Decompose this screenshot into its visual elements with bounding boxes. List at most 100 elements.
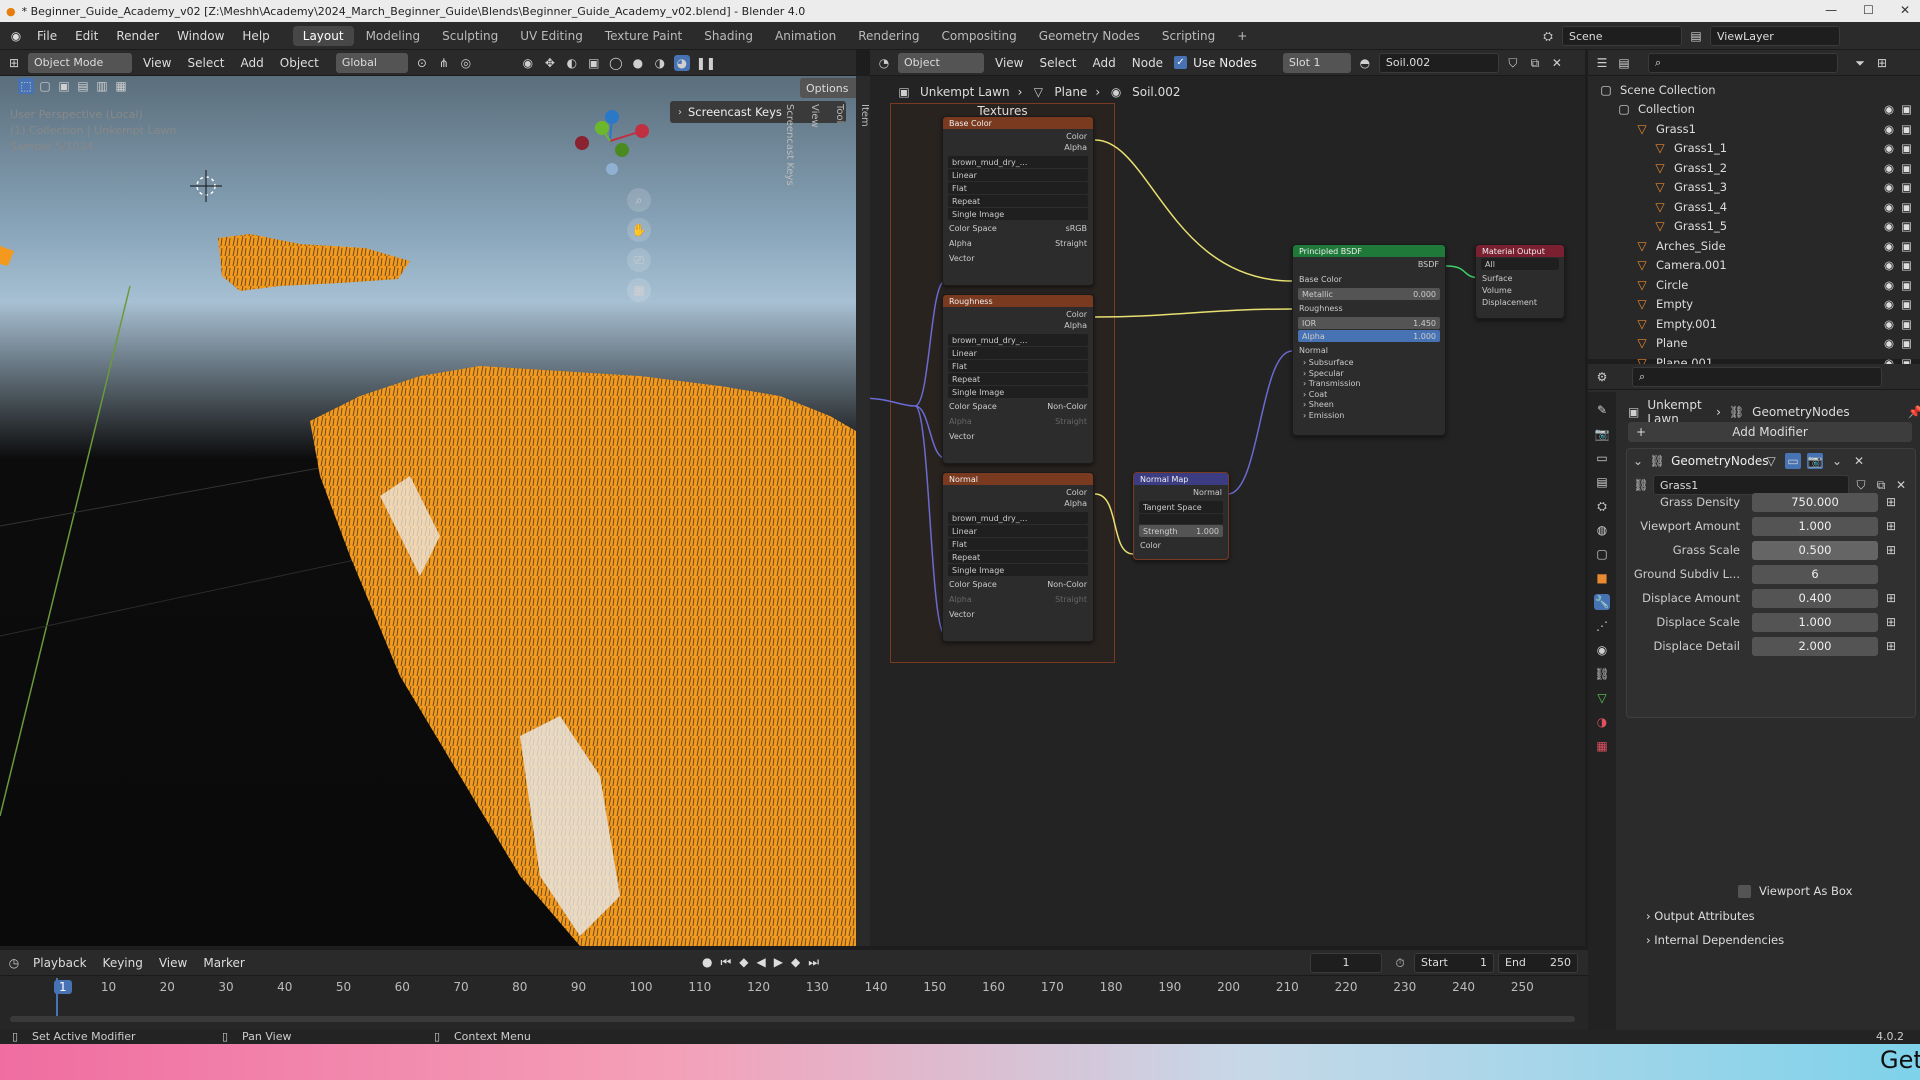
principled-bsdf-node[interactable]: Principled BSDF BSDF Base Color Metallic…: [1292, 244, 1446, 436]
viewport-menu-add[interactable]: Add: [236, 56, 269, 70]
socket-alpha-out[interactable]: Alpha: [943, 140, 1093, 155]
viewport-menu-view[interactable]: View: [138, 56, 176, 70]
duplicate-material-icon[interactable]: ⧉: [1527, 55, 1543, 71]
render-visibility-icon[interactable]: ▣: [1901, 258, 1912, 272]
outliner-row[interactable]: ▽ Empty.001 ◉ ▣: [1588, 314, 1920, 334]
projection-dropdown[interactable]: Flat: [948, 360, 1088, 372]
tab-rendering[interactable]: Rendering: [848, 26, 929, 46]
shader-node-editor[interactable]: ▣ Unkempt Lawn › ▽ Plane › ◉ Soil.002 Textu…: [870, 76, 1585, 946]
menu-edit[interactable]: Edit: [66, 29, 107, 43]
render-visibility-icon[interactable]: ▣: [1901, 239, 1912, 253]
next-keyframe-icon[interactable]: ◆: [791, 955, 800, 970]
extension-dropdown[interactable]: Repeat: [948, 551, 1088, 563]
param-value-field[interactable]: 1.000: [1752, 516, 1878, 536]
image-texture-node-base-color[interactable]: Base Color Color Alpha brown_mud_dry_...…: [942, 116, 1094, 286]
visibility-eye-icon[interactable]: ◉: [1884, 336, 1894, 350]
attribute-toggle-icon[interactable]: ⊞: [1886, 591, 1896, 605]
orientation-selector[interactable]: Global: [335, 52, 408, 73]
duplicate-icon[interactable]: ⧉: [1873, 477, 1889, 493]
attribute-toggle-icon[interactable]: ⊞: [1886, 495, 1896, 509]
shading-wire-icon[interactable]: ◯: [608, 55, 624, 71]
render-visibility-icon[interactable]: ▣: [1901, 317, 1912, 331]
collapse-icon[interactable]: ⌄: [1633, 454, 1643, 468]
projection-dropdown[interactable]: Flat: [948, 182, 1088, 194]
tab-texture-paint[interactable]: Texture Paint: [595, 26, 692, 46]
tab-shading[interactable]: Shading: [694, 26, 763, 46]
modifier-dropdown-icon[interactable]: ⌄: [1829, 453, 1845, 469]
socket-displacement-in[interactable]: Displacement: [1476, 295, 1564, 310]
timeline-menu-marker[interactable]: Marker: [198, 956, 249, 970]
3d-viewport[interactable]: ⬚ ▢ ▣ ▤ ▥ ▦ Options User Perspective (Lo…: [0, 76, 856, 946]
tab-layout[interactable]: Layout: [292, 25, 354, 46]
close-icon[interactable]: ✕: [1900, 3, 1910, 17]
modifier-name-field[interactable]: GeometryNodes: [1671, 454, 1768, 468]
play-reverse-icon[interactable]: ◀: [757, 955, 766, 970]
render-visibility-icon[interactable]: ▣: [1901, 102, 1912, 116]
current-frame-field[interactable]: 1: [1310, 952, 1382, 973]
outliner-row[interactable]: ▽ Empty ◉ ▣: [1588, 295, 1920, 315]
tab-animation[interactable]: Animation: [765, 26, 846, 46]
socket-roughness-in[interactable]: Roughness: [1293, 301, 1445, 316]
pivot-icon[interactable]: ⊙: [414, 55, 430, 71]
proportional-edit-icon[interactable]: ◎: [458, 55, 474, 71]
side-tab-screencast[interactable]: Screencast Keys: [784, 104, 795, 946]
gizmo-icon[interactable]: ✥: [542, 55, 558, 71]
panel-transmission[interactable]: › Transmission: [1303, 379, 1445, 390]
outliner-row[interactable]: ▢ Scene Collection: [1588, 80, 1920, 100]
visibility-eye-icon[interactable]: ◉: [1884, 239, 1894, 253]
viewport-menu-select[interactable]: Select: [182, 56, 229, 70]
particles-tab-icon[interactable]: ⋰: [1594, 618, 1610, 634]
show-viewport-icon[interactable]: ▭: [1785, 453, 1802, 469]
param-value-field[interactable]: 750.000: [1752, 492, 1878, 512]
socket-vector-in[interactable]: Vector: [943, 607, 1093, 622]
menu-file[interactable]: File: [28, 29, 66, 43]
material-sphere-icon[interactable]: ◓: [1357, 55, 1373, 71]
show-render-icon[interactable]: 📷: [1807, 453, 1824, 469]
render-visibility-icon[interactable]: ▣: [1901, 278, 1912, 292]
prev-keyframe-icon[interactable]: ◆: [739, 955, 748, 970]
visibility-eye-icon[interactable]: ◉: [1884, 200, 1894, 214]
visibility-eye-icon[interactable]: ◉: [1884, 141, 1894, 155]
scene-tab-icon[interactable]: ⛭: [1594, 498, 1610, 514]
slot-selector[interactable]: Slot 1: [1282, 52, 1351, 73]
visibility-icon[interactable]: ◉: [520, 55, 536, 71]
outliner-panel[interactable]: ▢ Scene Collection ▢ Collection ◉ ▣ ▽ Grass1 ◉ ▣ ▽…: [1588, 76, 1920, 370]
outliner-row[interactable]: ▽ Arches_Side ◉ ▣: [1588, 236, 1920, 256]
start-frame-field[interactable]: Start 1: [1414, 952, 1494, 973]
tab-scripting[interactable]: Scripting: [1152, 26, 1225, 46]
record-icon[interactable]: ●: [702, 955, 712, 970]
scene-selector[interactable]: Scene: [1562, 26, 1682, 46]
timeline-menu-playback[interactable]: Playback: [28, 956, 92, 970]
material-tab-icon[interactable]: ◑: [1594, 714, 1610, 730]
node-menu-add[interactable]: Add: [1088, 56, 1121, 70]
outliner-row[interactable]: ▽ Grass1_2 ◉ ▣: [1588, 158, 1920, 178]
image-texture-node-roughness[interactable]: Roughness Color Alpha brown_mud_dry_... …: [942, 294, 1094, 464]
visibility-eye-icon[interactable]: ◉: [1884, 258, 1894, 272]
modifier-tab-icon[interactable]: 🔧: [1594, 594, 1610, 610]
tab-compositing[interactable]: Compositing: [931, 26, 1026, 46]
attribute-toggle-icon[interactable]: ⊞: [1886, 543, 1896, 557]
tab-modeling[interactable]: Modeling: [356, 26, 431, 46]
side-tab-item[interactable]: Item: [859, 104, 870, 946]
jump-end-icon[interactable]: ⏭: [808, 955, 819, 970]
timeline-editor[interactable]: ◷ Playback Keying View Marker ● ⏮ ◆ ◀ ▶ …: [0, 950, 1588, 1030]
properties-search-input[interactable]: ⌕: [1632, 366, 1882, 387]
blender-menu-icon[interactable]: ◉: [8, 28, 24, 44]
frame-ruler[interactable]: 1 10 20 30 40 50 60 70 80 90 100 110 120 130 140 150 160…: [0, 978, 1588, 998]
alpha-field[interactable]: Alpha 1.000: [1298, 330, 1440, 342]
render-visibility-icon[interactable]: ▣: [1901, 161, 1912, 175]
object-tab-icon[interactable]: ■: [1594, 570, 1610, 586]
outliner-row[interactable]: ▽ Circle ◉ ▣: [1588, 275, 1920, 295]
pause-render-icon[interactable]: ❚❚: [696, 55, 716, 71]
color-space-row[interactable]: Color Space sRGB: [943, 221, 1093, 236]
visibility-eye-icon[interactable]: ◉: [1884, 180, 1894, 194]
texture-tab-icon[interactable]: ▦: [1594, 738, 1610, 754]
timeline-scrollbar[interactable]: [10, 1016, 1575, 1022]
shading-solid-icon[interactable]: ●: [630, 55, 646, 71]
visibility-eye-icon[interactable]: ◉: [1884, 219, 1894, 233]
viewport-menu-object[interactable]: Object: [275, 56, 324, 70]
filter-icon[interactable]: ⏷: [1852, 55, 1868, 71]
overlay-icon[interactable]: ◐: [564, 55, 580, 71]
render-visibility-icon[interactable]: ▣: [1901, 122, 1912, 136]
extension-dropdown[interactable]: Repeat: [948, 195, 1088, 207]
